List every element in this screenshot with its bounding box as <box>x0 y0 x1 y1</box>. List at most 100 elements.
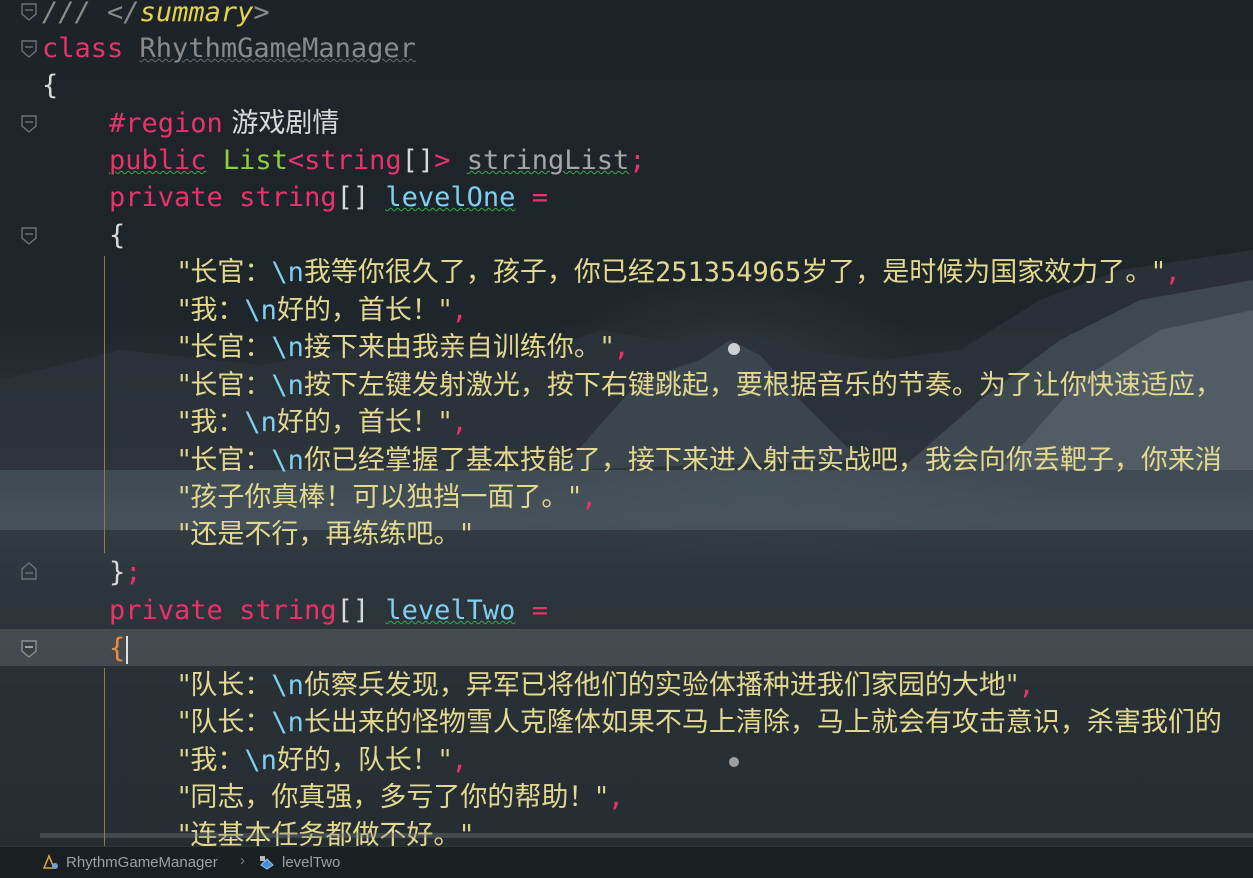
string-number: 251354965 <box>654 257 802 288</box>
string-part: "孩子你真棒！可以独挡一面了。" <box>178 482 581 513</box>
code-line-6[interactable]: private string[] levelOne = <box>109 179 548 216</box>
keyword-string: string <box>304 145 402 176</box>
escape-sequence: \n <box>244 407 277 438</box>
escape-sequence: \n <box>271 445 304 476</box>
code-line-20[interactable]: "队长：\n长出来的怪物雪人克隆体如果不马上清除，马上就会有攻击意识，杀害我们的 <box>178 704 1222 741</box>
field-stringList: stringList <box>466 145 630 176</box>
string-part: 接下来由我亲自训练你。" <box>303 332 614 363</box>
code-line-5[interactable]: public List<string[]> stringList; <box>109 142 646 179</box>
string-part: "队长： <box>178 707 272 738</box>
breadcrumb-class[interactable]: RhythmGameManager <box>42 853 218 871</box>
open-brace-highlighted: { <box>109 633 126 664</box>
text-cursor <box>126 635 129 664</box>
string-part: 好的，队长！" <box>276 745 452 776</box>
string-part: "还是不行，再练练吧。" <box>178 519 473 550</box>
escape-sequence: \n <box>271 257 304 288</box>
string-part: 我等你很久了，孩子，你已经 <box>303 257 655 288</box>
string-part: "我： <box>178 745 245 776</box>
code-line-15[interactable]: "还是不行，再练练吧。" <box>178 516 473 553</box>
fold-collapse-icon[interactable] <box>19 114 39 134</box>
code-line-23[interactable]: "连基本任务都做不好。" <box>178 817 473 846</box>
indent-guide <box>104 256 105 553</box>
breadcrumb-class-label: RhythmGameManager <box>66 853 218 871</box>
escape-sequence: \n <box>244 745 277 776</box>
code-line-17[interactable]: private string[] levelTwo = <box>109 592 548 629</box>
comma: , <box>451 407 468 438</box>
string-part: "长官： <box>178 257 272 288</box>
semicolon: ; <box>125 557 142 588</box>
array-brackets: [] <box>336 182 370 213</box>
comma: , <box>1164 257 1181 288</box>
code-line-4[interactable]: #region 游戏剧情 <box>109 105 339 142</box>
assign-operator: = <box>515 182 548 213</box>
angle-close: > <box>434 145 451 176</box>
semicolon: ; <box>629 145 646 176</box>
keyword-private: private <box>109 595 223 626</box>
comma: , <box>1018 670 1035 701</box>
breadcrumb-member[interactable]: levelTwo <box>258 853 340 871</box>
code-line-8[interactable]: "长官：\n我等你很久了，孩子，你已经251354965岁了，是时候为国家效力了… <box>178 254 1181 291</box>
string-part: "我： <box>178 407 245 438</box>
class-name: RhythmGameManager <box>139 33 416 64</box>
fold-end-icon[interactable] <box>19 561 39 581</box>
code-editor[interactable]: /// </summary> class RhythmGameManager {… <box>0 0 1253 846</box>
comma: , <box>607 782 625 813</box>
type-list: List <box>222 145 288 176</box>
open-brace: { <box>42 70 59 101</box>
breadcrumb-member-label: levelTwo <box>282 853 341 871</box>
code-line-1[interactable]: /// </summary> <box>42 0 270 31</box>
string-part: "长官： <box>178 445 272 476</box>
keyword-public: public <box>109 145 207 176</box>
string-part: 岁了，是时候为国家效力了。" <box>801 257 1165 288</box>
escape-sequence: \n <box>271 670 304 701</box>
comma: , <box>451 745 468 776</box>
fold-collapse-icon[interactable] <box>19 639 39 659</box>
comment-token: /// <box>42 0 91 28</box>
code-line-22[interactable]: "同志，你真强，多亏了你的帮助！", <box>178 779 624 816</box>
code-line-7[interactable]: { <box>109 217 125 254</box>
code-line-19[interactable]: "队长：\n侦察兵发现，异军已将他们的实验体播种进我们家园的大地", <box>178 667 1035 704</box>
fold-collapse-icon[interactable] <box>19 2 39 22</box>
field-levelTwo: levelTwo <box>385 595 516 626</box>
keyword-string: string <box>239 182 337 213</box>
string-part: "长官： <box>178 332 272 363</box>
fold-collapse-icon[interactable] <box>19 226 39 246</box>
string-part: 好的，首长！" <box>276 407 452 438</box>
code-line-13[interactable]: "长官：\n你已经掌握了基本技能了，接下来进入射击实战吧，我会向你丢靶子，你来消 <box>178 442 1222 479</box>
close-brace: } <box>109 557 126 588</box>
class-icon <box>42 853 58 869</box>
code-line-10[interactable]: "长官：\n接下来由我亲自训练你。", <box>178 329 630 366</box>
string-part: "同志，你真强，多亏了你的帮助！" <box>178 782 608 813</box>
code-line-21[interactable]: "我：\n好的，队长！", <box>178 742 468 779</box>
fold-collapse-icon[interactable] <box>19 39 39 59</box>
comma: , <box>613 332 630 363</box>
comment-token: > <box>253 0 270 28</box>
code-line-12[interactable]: "我：\n好的，首长！", <box>178 404 468 441</box>
string-part: 长出来的怪物雪人克隆体如果不马上清除，马上就会有攻击意识，杀害我们的 <box>303 707 1222 738</box>
escape-sequence: \n <box>271 332 304 363</box>
comma: , <box>451 295 468 326</box>
angle-open: < <box>287 145 305 176</box>
array-brackets: [] <box>401 145 435 176</box>
keyword-string: string <box>239 595 337 626</box>
string-part: 好的，首长！" <box>276 295 452 326</box>
code-line-14[interactable]: "孩子你真棒！可以独挡一面了。", <box>178 479 597 516</box>
code-line-16[interactable]: }; <box>109 554 142 591</box>
code-line-9[interactable]: "我：\n好的，首长！", <box>178 292 468 329</box>
code-line-3[interactable]: { <box>42 67 58 104</box>
horizontal-scrollbar[interactable] <box>40 833 1253 838</box>
assign-operator: = <box>515 595 548 626</box>
code-line-18[interactable]: { <box>109 630 129 667</box>
current-line-highlight <box>0 629 1253 666</box>
array-brackets: [] <box>336 595 370 626</box>
code-line-11[interactable]: "长官：\n按下左键发射激光，按下右键跳起，要根据音乐的节奏。为了让你快速适应， <box>178 367 1222 404</box>
string-part: "队长： <box>178 670 272 701</box>
code-line-2[interactable]: class RhythmGameManager <box>42 30 416 67</box>
string-part: "长官： <box>178 370 272 401</box>
